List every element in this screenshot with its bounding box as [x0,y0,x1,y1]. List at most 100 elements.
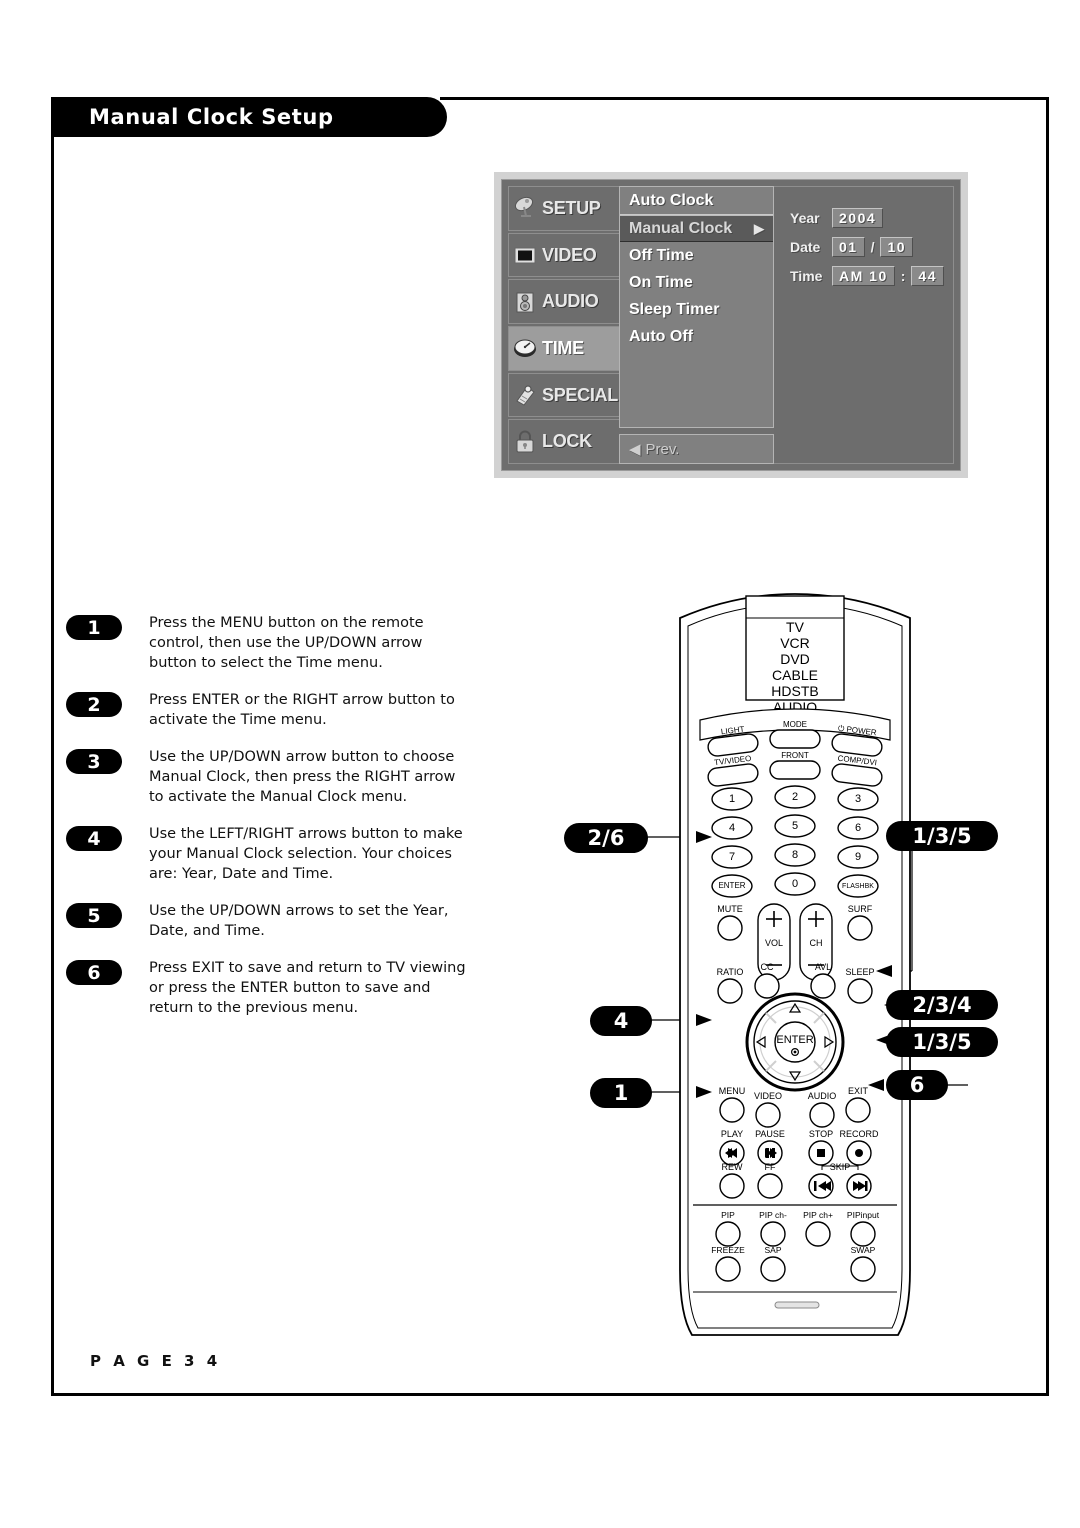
step-number-badge: 5 [66,903,122,928]
exit-button [845,1097,871,1123]
osd-date-separator: / [870,239,875,255]
clock-icon [513,336,539,360]
chevron-left-icon: ◀ [629,441,641,458]
page-title-banner: Manual Clock Setup [51,97,447,137]
osd-category-time[interactable]: TIME [508,326,619,371]
sap-button [760,1256,786,1282]
rew-button [719,1173,745,1199]
osd-menu-item-auto-off[interactable]: Auto Off [620,323,773,350]
osd-category-video[interactable]: VIDEO [508,232,619,278]
osd-category-setup[interactable]: SETUP [508,186,619,231]
video-label: VIDEO [754,1091,782,1101]
svg-text:FLASHBK: FLASHBK [842,883,874,890]
step-number-badge: 3 [66,749,122,774]
osd-time-hour-value[interactable]: AM 10 [832,266,895,286]
osd-menu-item-off-time[interactable]: Off Time [620,242,773,269]
step-number-badge: 2 [66,692,122,717]
mute-button [717,915,743,941]
pip-ch-up-label: PIP ch+ [803,1210,833,1220]
osd-prev-label: Prev. [645,440,680,458]
osd-date-day-value[interactable]: 10 [880,237,914,257]
osd-menu-item-sleep-timer[interactable]: Sleep Timer [620,296,773,323]
osd-time-minute-value[interactable]: 44 [911,266,944,286]
osd-year-value[interactable]: 2004 [832,208,884,228]
osd-menu-item-label: Off Time [629,246,694,264]
step-text: Use the UP/DOWN arrows to set the Year, … [149,903,449,939]
svg-text:4: 4 [729,822,735,834]
instruction-step: 6 Press EXIT to save and return to TV vi… [66,958,466,1018]
instruction-steps: 1 Press the MENU button on the remote co… [66,613,466,1035]
step-number-badge: 6 [66,960,122,985]
avl-button [810,973,836,999]
osd-menu-item-on-time[interactable]: On Time [620,269,773,296]
callout-label: 6 [909,1073,925,1097]
remote-nav-wheel: ENTER [745,992,845,1092]
avl-label: AVL [815,962,831,972]
osd-values-panel: Year 2004 Date 01 / 10 Time AM 10 : 44 [774,180,960,470]
osd-category-label: AUDIO [542,291,599,312]
osd-category-sidebar: SETUP VIDEO AUDIO TIME SPECIAL LOCK [502,180,619,470]
device-label-cable: CABLE [772,667,818,683]
exit-label: EXIT [848,1086,869,1096]
svg-text:3: 3 [855,793,861,805]
osd-menu-item-label: Auto Off [629,327,693,345]
instruction-step: 1 Press the MENU button on the remote co… [66,613,466,673]
svg-text:7: 7 [729,851,735,863]
menu-label: MENU [719,1086,746,1096]
surf-label: SURF [848,904,873,914]
freeze-label: FREEZE [711,1245,745,1255]
callout-right-2: 2/3/4 [886,990,998,1020]
ratio-button [717,978,743,1004]
callout-label: 4 [613,1009,629,1033]
remote-base-slot [774,1301,820,1309]
mode-button [769,729,821,749]
nav-enter-label: ENTER [776,1034,813,1046]
osd-menu-item-manual-clock[interactable]: Manual Clock ▶ [620,215,773,242]
step-text: Use the LEFT/RIGHT arrows button to make… [149,826,463,882]
remote-control-illustration: TV VCR DVD CABLE HDSTB AUDIO LIGHT MODE … [622,593,968,1336]
mute-label: MUTE [717,904,743,914]
svg-text:6: 6 [855,822,861,834]
osd-category-label: TIME [542,337,584,358]
osd-menu-item-auto-clock[interactable]: Auto Clock [620,188,773,215]
callout-right-3: 1/3/5 [886,1027,998,1057]
svg-text:1: 1 [729,793,735,805]
osd-prev-button[interactable]: ◀ Prev. [619,434,774,464]
video-button [755,1102,781,1128]
record-label: RECORD [839,1129,879,1139]
step-text: Press EXIT to save and return to TV view… [149,960,466,1016]
osd-inner-panel: SETUP VIDEO AUDIO TIME SPECIAL LOCK Auto… [501,179,961,471]
callout-right-1: 1/3/5 [886,821,998,851]
stop-label: STOP [809,1129,833,1139]
surf-button [847,915,873,941]
osd-category-lock[interactable]: LOCK [508,419,619,465]
step-number-badge: 4 [66,826,122,851]
satellite-dish-icon [513,196,539,220]
osd-year-label: Year [790,210,820,226]
play-label: PLAY [721,1129,743,1139]
callout-label: 1/3/5 [912,1030,972,1054]
device-label-vcr: VCR [780,635,810,651]
cc-button [754,973,780,999]
osd-category-audio[interactable]: AUDIO [508,279,619,325]
osd-menu-item-label: Manual Clock [629,219,733,237]
callout-label: 1 [613,1081,629,1105]
callout-left-3: 1 [590,1078,652,1108]
tag-icon [513,383,539,407]
step-number-badge: 1 [66,615,122,640]
remote-control-diagram: TV VCR DVD CABLE HDSTB AUDIO LIGHT MODE … [560,580,1030,1350]
ff-label: FF [765,1162,776,1172]
ff-button [757,1173,783,1199]
callout-left-2: 4 [590,1006,652,1036]
audio-button [809,1102,835,1128]
svg-text:ENTER: ENTER [718,881,745,890]
svg-text:0: 0 [792,878,798,890]
step-text: Press ENTER or the RIGHT arrow button to… [149,692,455,728]
osd-date-month-value[interactable]: 01 [832,237,865,257]
pip-input-button [850,1221,876,1247]
osd-date-label: Date [790,239,821,255]
osd-year-row: Year 2004 [790,207,953,229]
osd-category-special[interactable]: SPECIAL [508,372,619,418]
swap-label: SWAP [851,1245,876,1255]
osd-category-label: SETUP [542,197,601,218]
